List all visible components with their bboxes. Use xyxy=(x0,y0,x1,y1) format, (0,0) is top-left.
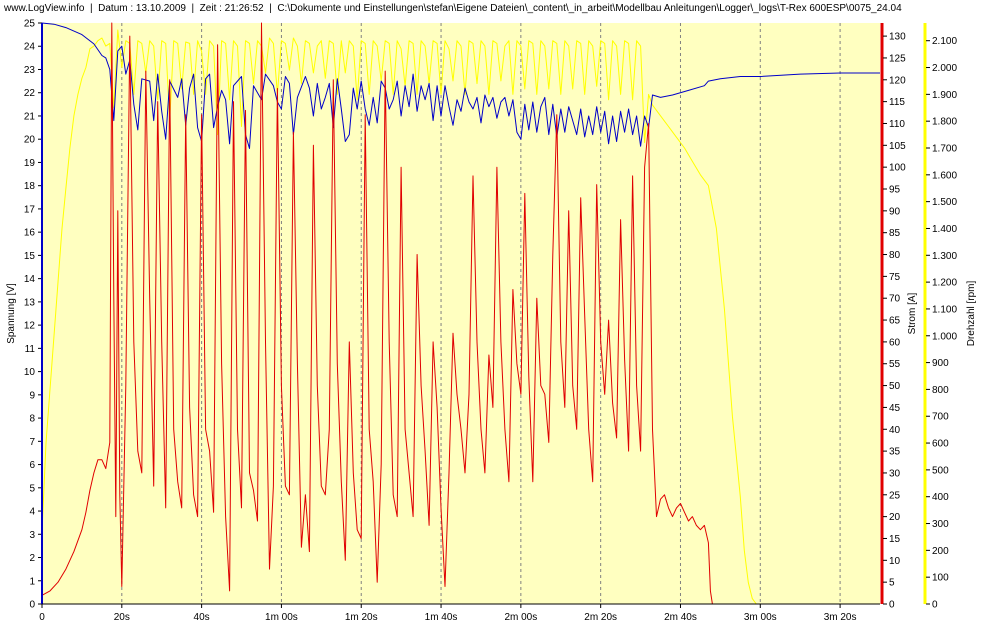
x-tick-label: 2m 00s xyxy=(504,612,537,623)
rpm-tick-label: 0 xyxy=(932,600,938,611)
left-tick-label: 12 xyxy=(24,321,36,332)
left-tick-label: 3 xyxy=(29,530,35,541)
current-tick-label: 0 xyxy=(889,600,895,611)
x-tick-label: 3m 00s xyxy=(744,612,777,623)
x-tick-label: 1m 00s xyxy=(265,612,298,623)
rpm-tick-label: 800 xyxy=(932,385,949,396)
rpm-tick-label: 2.100 xyxy=(932,36,957,47)
current-tick-label: 130 xyxy=(889,32,906,43)
left-tick-label: 1 xyxy=(29,576,35,587)
current-tick-label: 105 xyxy=(889,141,906,152)
current-tick-label: 45 xyxy=(889,403,901,414)
left-tick-label: 4 xyxy=(29,507,35,518)
rpm-tick-label: 300 xyxy=(932,519,949,530)
current-tick-label: 80 xyxy=(889,250,901,261)
current-tick-label: 115 xyxy=(889,97,905,108)
current-tick-label: 70 xyxy=(889,294,901,305)
rpm-tick-label: 1.200 xyxy=(932,278,957,289)
left-tick-label: 19 xyxy=(24,158,36,169)
rpm-tick-label: 1.000 xyxy=(932,331,957,342)
current-tick-label: 120 xyxy=(889,75,906,86)
rpm-tick-label: 1.400 xyxy=(932,224,957,235)
current-tick-label: 35 xyxy=(889,447,901,458)
left-tick-label: 16 xyxy=(24,228,36,239)
left-tick-label: 2 xyxy=(29,553,35,564)
x-tick-label: 1m 20s xyxy=(345,612,378,623)
current-tick-label: 15 xyxy=(889,534,901,545)
current-tick-label: 25 xyxy=(889,490,901,501)
left-tick-label: 13 xyxy=(24,297,36,308)
current-tick-label: 55 xyxy=(889,359,901,370)
left-tick-label: 7 xyxy=(29,437,35,448)
left-tick-label: 20 xyxy=(24,135,36,146)
left-axis-title: Spannung [V] xyxy=(6,283,17,344)
rpm-tick-label: 500 xyxy=(932,465,949,476)
current-tick-label: 50 xyxy=(889,381,901,392)
left-tick-label: 15 xyxy=(24,251,36,262)
rpm-tick-label: 1.800 xyxy=(932,117,957,128)
current-tick-label: 75 xyxy=(889,272,901,283)
left-tick-label: 5 xyxy=(29,483,35,494)
left-tick-label: 23 xyxy=(24,65,36,76)
current-tick-label: 20 xyxy=(889,512,901,523)
rpm-tick-label: 900 xyxy=(932,358,949,369)
current-tick-label: 65 xyxy=(889,316,901,327)
rpm-tick-label: 1.700 xyxy=(932,143,957,154)
left-tick-label: 0 xyxy=(29,600,35,611)
left-tick-label: 9 xyxy=(29,390,35,401)
current-tick-label: 10 xyxy=(889,556,901,567)
current-tick-label: 95 xyxy=(889,185,901,196)
current-tick-label: 60 xyxy=(889,337,901,348)
rpm-tick-label: 1.100 xyxy=(932,304,957,315)
current-tick-label: 5 xyxy=(889,578,895,589)
x-tick-label: 2m 20s xyxy=(584,612,617,623)
left-tick-label: 22 xyxy=(24,88,36,99)
current-tick-label: 30 xyxy=(889,468,901,479)
left-tick-label: 18 xyxy=(24,181,36,192)
rpm-tick-label: 2.000 xyxy=(932,63,957,74)
x-tick-label: 40s xyxy=(194,612,210,623)
x-tick-label: 0 xyxy=(39,612,45,623)
x-tick-label: 20s xyxy=(114,612,130,623)
x-tick-label: 3m 20s xyxy=(824,612,857,623)
rpm-tick-label: 400 xyxy=(932,492,949,503)
rpm-tick-label: 600 xyxy=(932,439,949,450)
rpm-tick-label: 200 xyxy=(932,546,949,557)
left-tick-label: 10 xyxy=(24,367,36,378)
rpm-tick-label: 100 xyxy=(932,573,949,584)
left-tick-label: 21 xyxy=(24,111,36,122)
rpm-tick-label: 1.500 xyxy=(932,197,957,208)
current-tick-label: 85 xyxy=(889,228,901,239)
left-tick-label: 17 xyxy=(24,204,36,215)
current-axis-title: Strom [A] xyxy=(907,292,918,334)
current-tick-label: 40 xyxy=(889,425,901,436)
left-tick-label: 25 xyxy=(24,19,36,30)
current-tick-label: 100 xyxy=(889,163,906,174)
current-tick-label: 90 xyxy=(889,206,901,217)
left-tick-label: 8 xyxy=(29,414,35,425)
rpm-tick-label: 700 xyxy=(932,412,949,423)
x-tick-label: 1m 40s xyxy=(425,612,458,623)
rpm-tick-label: 1.600 xyxy=(932,170,957,181)
left-tick-label: 6 xyxy=(29,460,35,471)
x-tick-label: 2m 40s xyxy=(664,612,697,623)
rpm-tick-label: 1.900 xyxy=(932,90,957,101)
left-tick-label: 14 xyxy=(24,274,36,285)
left-tick-label: 24 xyxy=(24,42,36,53)
rpm-tick-label: 1.300 xyxy=(932,251,957,262)
log-chart[interactable]: 0 20s 40s 1m 00s 1m 20s 1m 40s 2m 00s 2m 20s 2m … xyxy=(0,0,985,629)
current-tick-label: 110 xyxy=(889,119,905,130)
current-tick-label: 125 xyxy=(889,53,906,64)
left-tick-label: 11 xyxy=(25,344,36,355)
rpm-axis-title: Drehzahl [rpm] xyxy=(966,280,977,346)
